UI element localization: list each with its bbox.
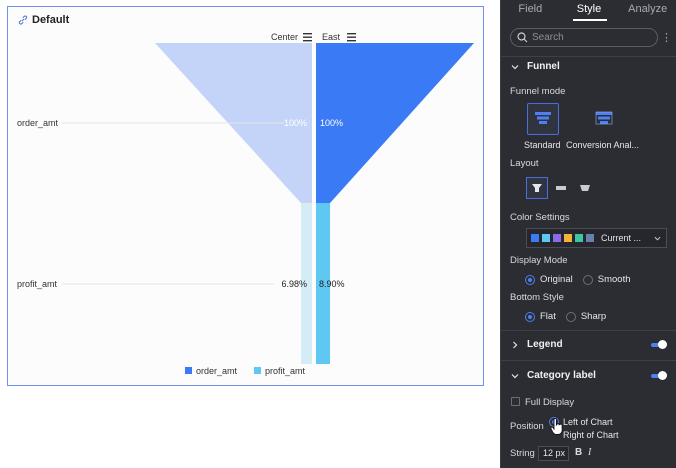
standard-mode-label: Standard xyxy=(524,140,561,150)
category-label-order_amt: order_amt xyxy=(17,118,59,128)
position-label: Position xyxy=(510,421,544,432)
chevron-right-icon xyxy=(513,341,518,348)
menu-icon xyxy=(347,40,356,42)
app-root: Default Center East order_amt profit_amt 100… xyxy=(0,0,676,468)
funnel-section-title: Funnel xyxy=(527,61,560,72)
legend-label-profit_amt: profit_amt xyxy=(265,366,306,376)
color-swatch xyxy=(542,234,550,242)
menu-icon xyxy=(303,40,312,42)
funnel-section-header[interactable]: Funnel xyxy=(511,61,560,72)
color-swatch xyxy=(553,234,561,242)
search-icon xyxy=(517,32,528,43)
display-mode-options: Original Smooth xyxy=(525,274,631,285)
layout-compare-button[interactable] xyxy=(574,177,596,199)
standard-mode-button[interactable] xyxy=(527,103,559,135)
radio-sharp[interactable] xyxy=(565,311,576,322)
radio-original[interactable] xyxy=(525,274,535,285)
layout-horizontal-button[interactable] xyxy=(550,177,572,199)
chevron-down-icon xyxy=(511,64,519,69)
radio-flat-label: Flat xyxy=(540,311,556,322)
data-label-center-order_amt: 100% xyxy=(284,118,307,128)
conversion-mode-button[interactable] xyxy=(588,103,620,135)
conversion-mode-label: Conversion Anal... xyxy=(566,140,640,150)
funnel-mode-label: Funnel mode xyxy=(510,86,566,97)
legend-swatch-order_amt xyxy=(185,367,192,374)
color-swatch xyxy=(564,234,572,242)
search-box[interactable] xyxy=(510,28,658,47)
radio-right-of-chart-label[interactable]: Right of Chart xyxy=(563,430,619,440)
bottom-style-label: Bottom Style xyxy=(510,292,564,303)
divider xyxy=(501,330,676,331)
layout-vertical-button[interactable] xyxy=(526,177,548,199)
menu-icon xyxy=(303,36,312,38)
font-size-input[interactable]: 12 px xyxy=(538,446,569,461)
legend-section-header[interactable]: Legend xyxy=(511,339,563,350)
string-label: String xyxy=(510,448,535,459)
panel-tabs: Field Style Analyze xyxy=(501,0,676,20)
tab-analyze[interactable]: Analyze xyxy=(618,0,676,20)
full-display-checkbox[interactable] xyxy=(511,397,520,406)
standard-funnel-icon xyxy=(535,112,551,124)
radio-flat[interactable] xyxy=(525,311,535,322)
category-label-section-header[interactable]: Category label xyxy=(511,370,596,381)
full-display-label: Full Display xyxy=(525,397,575,408)
radio-sharp-label: Sharp xyxy=(580,311,607,322)
chevron-down-icon xyxy=(511,373,519,378)
color-scheme-select[interactable]: Current ... xyxy=(526,228,667,248)
display-mode-label: Display Mode xyxy=(510,255,568,266)
data-label-east-profit_amt: 8.90% xyxy=(319,279,345,289)
menu-icon xyxy=(347,33,356,35)
color-swatch xyxy=(531,234,539,242)
radio-smooth-label: Smooth xyxy=(597,274,631,285)
funnel-chart: Center East order_amt profit_amt 100% 100% 6.9… xyxy=(17,32,474,376)
divider xyxy=(501,360,676,361)
funnel-horizontal-icon xyxy=(556,186,566,190)
search-input[interactable] xyxy=(532,32,642,43)
color-swatch xyxy=(575,234,583,242)
legend-section-title: Legend xyxy=(527,339,563,350)
radio-smooth[interactable] xyxy=(582,274,593,285)
active-tab-indicator xyxy=(573,19,607,21)
menu-icon xyxy=(303,33,312,35)
data-label-center-profit_amt: 6.98% xyxy=(281,279,307,289)
menu-icon xyxy=(347,36,356,38)
more-options-icon[interactable]: ⋮ xyxy=(661,31,672,45)
data-label-east-order_amt: 100% xyxy=(320,118,343,128)
radio-left-of-chart-label: Left of Chart xyxy=(563,417,613,427)
legend-toggle[interactable] xyxy=(651,340,667,349)
legend-label-order_amt: order_amt xyxy=(196,366,238,376)
column-header-center: Center xyxy=(271,32,298,42)
hand-cursor-icon xyxy=(550,418,563,435)
color-settings-label: Color Settings xyxy=(510,212,570,223)
tab-field[interactable]: Field xyxy=(501,0,560,20)
bottom-style-options: Flat Sharp xyxy=(525,311,606,322)
legend-swatch-profit_amt xyxy=(254,367,261,374)
conversion-funnel-icon xyxy=(595,111,613,125)
canvas-area: Default Center East order_amt profit_amt 100… xyxy=(0,0,500,468)
style-panel: Field Style Analyze ⋮ Funnel Funnel mode xyxy=(500,0,676,468)
color-swatch xyxy=(586,234,594,242)
divider xyxy=(501,56,676,57)
funnel-compare-icon xyxy=(580,185,590,191)
radio-original-label: Original xyxy=(540,274,573,285)
chevron-down-icon xyxy=(654,236,661,241)
tab-style[interactable]: Style xyxy=(560,0,619,20)
color-scheme-value: Current ... xyxy=(601,233,642,243)
category-label-toggle[interactable] xyxy=(651,371,667,380)
bold-button[interactable]: B xyxy=(575,447,582,458)
funnel-vertical-icon xyxy=(532,184,542,192)
italic-button[interactable]: I xyxy=(588,447,591,458)
category-label-profit_amt: profit_amt xyxy=(17,279,58,289)
category-label-section-title: Category label xyxy=(527,370,596,381)
column-header-east: East xyxy=(322,32,341,42)
layout-label: Layout xyxy=(510,158,539,169)
